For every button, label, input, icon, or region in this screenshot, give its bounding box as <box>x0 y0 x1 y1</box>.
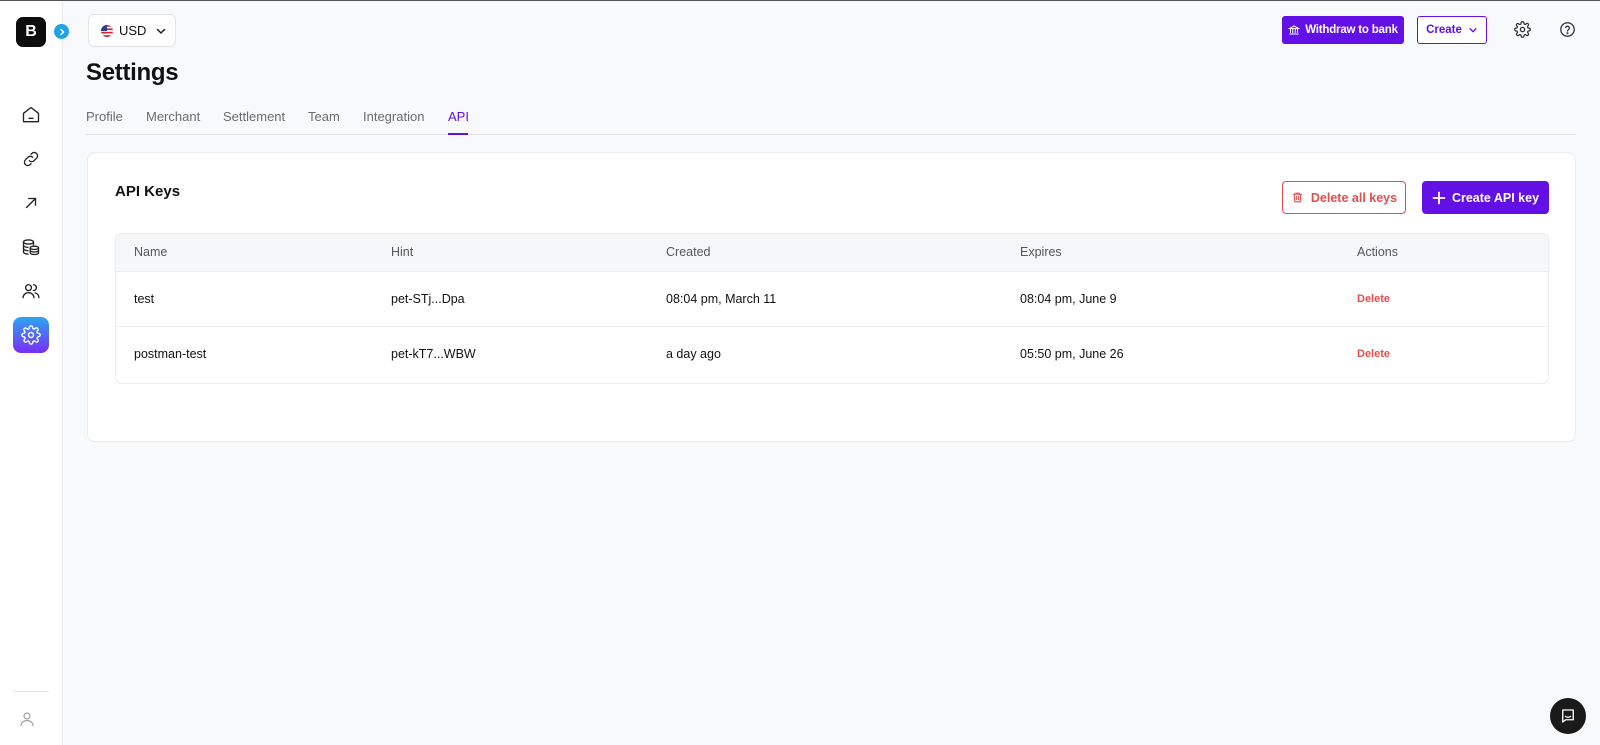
column-header-actions: Actions <box>1357 245 1398 259</box>
tab-team[interactable]: Team <box>308 109 340 124</box>
sidebar-item-customers[interactable] <box>13 273 49 309</box>
chevron-right-icon <box>59 28 65 35</box>
key-name: postman-test <box>134 347 207 361</box>
users-icon <box>22 284 40 299</box>
user-icon <box>20 712 34 727</box>
brand-logo[interactable]: B <box>16 17 46 47</box>
tab-merchant[interactable]: Merchant <box>146 109 200 124</box>
sidebar-item-balances[interactable] <box>13 229 49 265</box>
plus-icon <box>1432 191 1446 204</box>
bank-icon <box>1288 25 1301 35</box>
active-tab-indicator <box>448 133 468 135</box>
tab-settlement[interactable]: Settlement <box>223 109 285 124</box>
key-expires: 08:04 pm, June 9 <box>1020 292 1117 306</box>
gear-icon <box>1514 21 1531 38</box>
chevron-down-icon <box>157 28 166 34</box>
settings-tabs: Profile Merchant Settlement Team Integra… <box>86 107 1576 135</box>
sidebar-item-links[interactable] <box>13 141 49 177</box>
delete-all-keys-button[interactable]: Delete all keys <box>1282 181 1406 214</box>
us-flag-icon <box>101 24 113 37</box>
sidebar-item-transfers[interactable] <box>13 185 49 221</box>
help-circle-icon <box>1560 22 1575 37</box>
sidebar-divider <box>13 691 49 692</box>
create-label: Create <box>1426 24 1462 36</box>
tab-integration[interactable]: Integration <box>363 109 424 124</box>
brand-logo-letter: B <box>25 23 37 40</box>
key-hint: pet-STj...Dpa <box>391 292 465 306</box>
chevron-down-icon <box>1469 28 1477 33</box>
chat-support-button[interactable] <box>1550 698 1586 734</box>
gear-icon <box>21 325 41 345</box>
help-button[interactable] <box>1559 21 1576 43</box>
table-header: Name Hint Created Expires Actions <box>116 234 1548 272</box>
key-created: 08:04 pm, March 11 <box>666 292 777 306</box>
tab-api[interactable]: API <box>448 109 469 124</box>
column-header-name: Name <box>134 245 168 259</box>
page-title: Settings <box>86 59 179 86</box>
sidebar: B <box>0 1 69 745</box>
sidebar-item-settings[interactable] <box>13 317 49 353</box>
arrow-up-right-icon <box>25 197 37 209</box>
create-api-key-label: Create API key <box>1451 190 1540 205</box>
table-row: postman-test pet-kT7...WBW a day ago 05:… <box>116 327 1548 382</box>
link-icon <box>23 151 39 167</box>
table-row: test pet-STj...Dpa 08:04 pm, March 11 08… <box>116 272 1548 327</box>
key-created: a day ago <box>666 347 721 361</box>
delete-all-keys-label: Delete all keys <box>1310 190 1398 205</box>
withdraw-label: Withdraw to bank <box>1305 24 1398 36</box>
key-expires: 05:50 pm, June 26 <box>1020 347 1124 361</box>
column-header-created: Created <box>666 245 711 259</box>
coins-icon <box>22 239 40 256</box>
currency-selector[interactable]: USD <box>88 14 176 47</box>
withdraw-to-bank-button[interactable]: Withdraw to bank <box>1282 16 1404 44</box>
api-keys-title: API Keys <box>115 183 181 200</box>
expand-sidebar-button[interactable] <box>54 24 69 39</box>
column-header-expires: Expires <box>1020 245 1062 259</box>
currency-label: USD <box>119 23 147 38</box>
tab-profile[interactable]: Profile <box>86 109 123 124</box>
key-hint: pet-kT7...WBW <box>391 347 476 361</box>
profile-button[interactable] <box>18 710 36 733</box>
key-name: test <box>134 292 155 306</box>
create-dropdown-button[interactable]: Create <box>1417 16 1487 44</box>
chat-icon <box>1562 709 1574 723</box>
sidebar-item-home[interactable] <box>13 97 49 133</box>
header-settings-button[interactable] <box>1514 21 1531 43</box>
trash-icon <box>1292 192 1303 203</box>
delete-key-button[interactable]: Delete <box>1357 348 1390 360</box>
create-api-key-button[interactable]: Create API key <box>1422 181 1549 214</box>
column-header-hint: Hint <box>391 245 414 259</box>
delete-key-button[interactable]: Delete <box>1357 293 1390 305</box>
api-keys-table: Name Hint Created Expires Actions test p… <box>115 233 1549 384</box>
home-icon <box>22 106 40 123</box>
api-keys-card: API Keys Delete all keys Create API key … <box>87 152 1576 442</box>
